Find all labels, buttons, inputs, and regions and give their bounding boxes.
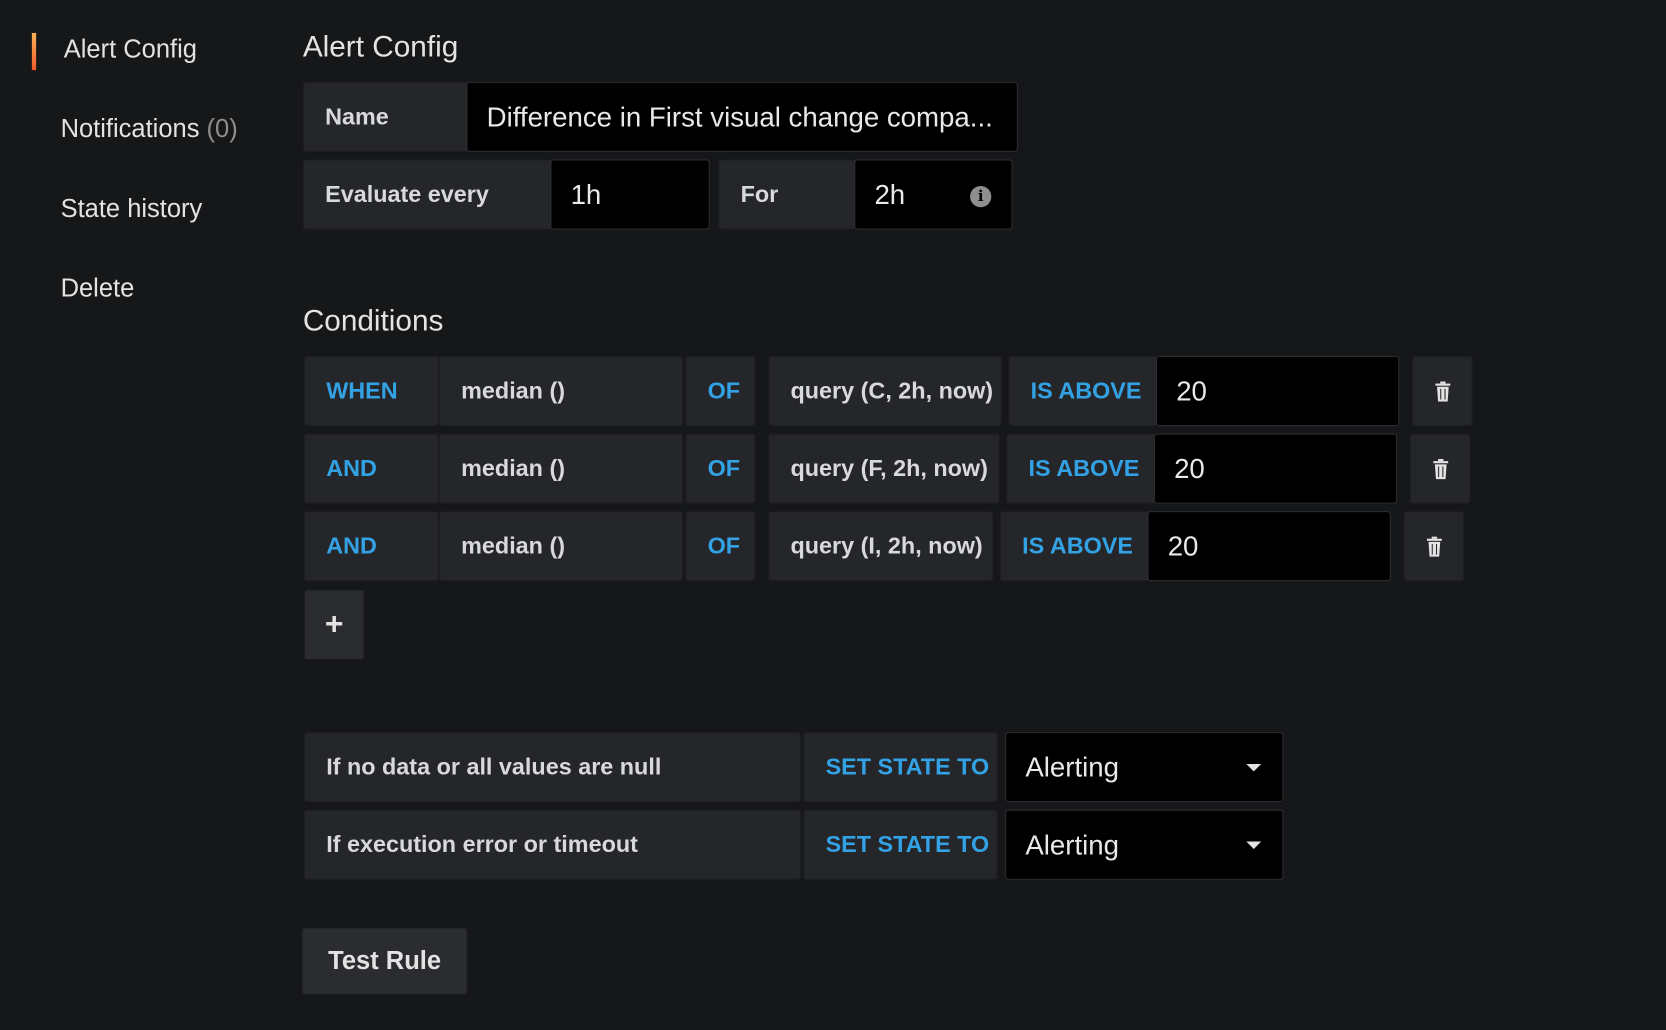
delete-condition-button[interactable] <box>1403 511 1465 582</box>
state-select-value: Alerting <box>1025 750 1119 783</box>
test-rule-button[interactable]: Test Rule <box>301 927 468 995</box>
condition-of-label: OF <box>685 511 756 582</box>
condition-reducer[interactable]: median () <box>438 511 684 582</box>
for-label: For <box>718 159 857 230</box>
page-title: Alert Config <box>302 29 459 63</box>
info-icon[interactable]: i <box>970 185 992 208</box>
condition-operator[interactable]: AND <box>303 433 439 504</box>
sidebar-item-label: State history <box>60 194 203 224</box>
condition-threshold-input[interactable]: 20 <box>1147 511 1391 582</box>
sidebar-item-alert-config[interactable]: Alert Config <box>64 35 197 65</box>
evaluate-every-label: Evaluate every <box>302 159 553 230</box>
sidebar-item-state-history[interactable]: State history <box>61 194 203 224</box>
state-select-value: Alerting <box>1025 828 1119 861</box>
trash-icon <box>1426 536 1442 557</box>
state-select[interactable]: Alerting <box>1005 732 1284 803</box>
name-label: Name <box>302 81 469 152</box>
set-state-to-label: SET STATE TO <box>803 732 998 803</box>
condition-evaluator[interactable]: IS ABOVE <box>1008 355 1159 427</box>
for-value: 2h <box>874 177 906 210</box>
state-handling-label: If execution error or timeout <box>303 809 802 880</box>
state-select[interactable]: Alerting <box>1005 809 1284 880</box>
condition-query[interactable]: query (I, 2h, now) <box>768 511 994 582</box>
condition-query[interactable]: query (F, 2h, now) <box>768 433 1000 504</box>
sidebar-item-label: Alert Config <box>63 35 197 64</box>
condition-reducer[interactable]: median () <box>438 355 684 427</box>
delete-condition-button[interactable] <box>1412 355 1473 427</box>
set-state-to-label: SET STATE TO <box>803 809 998 880</box>
trash-icon <box>1432 458 1448 479</box>
caret-down-icon <box>1246 763 1262 772</box>
condition-threshold-input[interactable]: 20 <box>1153 433 1398 504</box>
caret-down-icon <box>1246 841 1262 849</box>
condition-reducer[interactable]: median () <box>438 433 684 504</box>
active-indicator <box>31 32 37 71</box>
condition-operator[interactable]: AND <box>303 511 439 582</box>
condition-threshold-input[interactable]: 20 <box>1156 355 1400 427</box>
sidebar-item-label: Notifications <box>60 114 200 144</box>
alert-editor: Alert Config Notifications (0) State his… <box>0 0 1666 1030</box>
trash-icon <box>1434 380 1450 402</box>
notifications-count: (0) <box>206 114 238 144</box>
condition-evaluator[interactable]: IS ABOVE <box>999 511 1150 582</box>
condition-of-label: OF <box>685 355 756 427</box>
condition-operator[interactable]: WHEN <box>303 355 439 427</box>
conditions-title: Conditions <box>302 303 444 337</box>
sidebar-item-delete[interactable]: Delete <box>61 274 135 304</box>
sidebar-item-label: Delete <box>60 274 135 303</box>
condition-query[interactable]: query (C, 2h, now) <box>768 355 1002 427</box>
condition-evaluator[interactable]: IS ABOVE <box>1006 433 1156 504</box>
add-condition-button[interactable]: + <box>303 589 365 660</box>
condition-of-label: OF <box>685 433 756 504</box>
sidebar-item-notifications[interactable]: Notifications (0) <box>61 115 238 145</box>
name-input[interactable]: Difference in First visual change compa.… <box>466 81 1018 152</box>
for-input[interactable]: 2h i <box>854 159 1013 230</box>
evaluate-every-input[interactable]: 1h <box>550 159 710 230</box>
delete-condition-button[interactable] <box>1409 433 1471 504</box>
state-handling-label: If no data or all values are null <box>303 732 802 803</box>
